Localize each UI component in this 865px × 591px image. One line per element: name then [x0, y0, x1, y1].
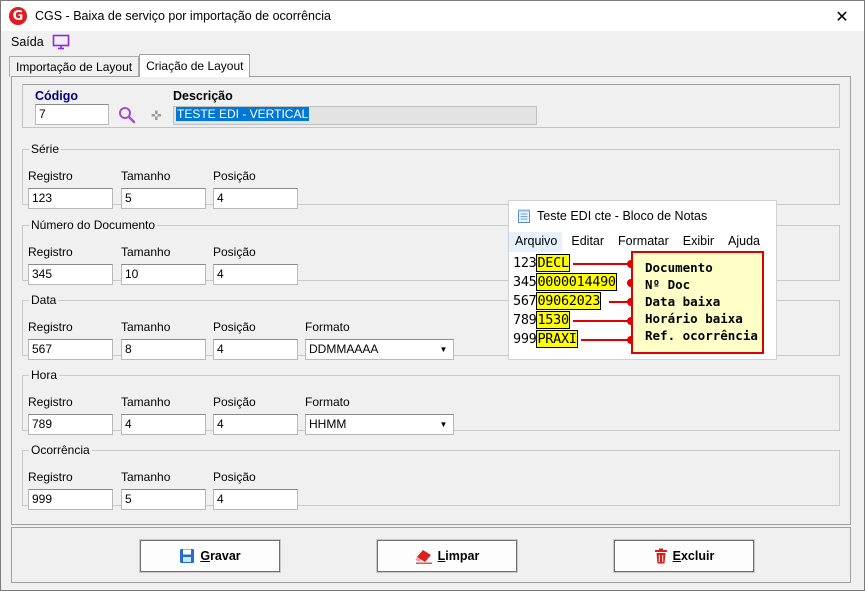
- ocorrencia-tamanho-input[interactable]: 5: [121, 489, 206, 510]
- data-formato-value: DDMMAAAA: [309, 342, 379, 356]
- ocorrencia-registro-input[interactable]: 999: [28, 489, 113, 510]
- tab-strip: Importação de Layout Criação de Layout: [9, 54, 251, 77]
- group-ocorrencia: Ocorrência Registro Tamanho Posição 999 …: [22, 443, 840, 510]
- limpar-button[interactable]: Limpar: [376, 539, 518, 573]
- numdoc-tamanho-input[interactable]: 10: [121, 264, 206, 285]
- monitor-icon[interactable]: [52, 34, 70, 50]
- data-tamanho-input[interactable]: 8: [121, 339, 206, 360]
- hora-registro-label: Registro: [28, 395, 73, 409]
- legend-item-horario-baixa: Horário baixa: [645, 311, 743, 326]
- descricao-value: TESTE EDI - VERTICAL: [176, 107, 310, 121]
- annotation-legend: Documento Nº Doc Data baixa Horário baix…: [631, 251, 764, 354]
- codigo-input[interactable]: 7: [35, 104, 109, 125]
- group-serie-title: Série: [31, 142, 60, 156]
- gravar-button[interactable]: Gravar: [139, 539, 281, 573]
- descricao-label: Descrição: [173, 89, 233, 103]
- group-data-title: Data: [31, 293, 57, 307]
- tab-importacao-layout[interactable]: Importação de Layout: [9, 56, 140, 77]
- add-icon[interactable]: ✜: [151, 108, 162, 124]
- serie-posicao-label: Posição: [213, 169, 256, 183]
- data-posicao-label: Posição: [213, 320, 256, 334]
- trash-icon: [654, 548, 667, 564]
- limpar-label: Limpar: [437, 549, 480, 563]
- main-window: G CGS - Baixa de serviço por importação …: [0, 0, 865, 591]
- numdoc-posicao-label: Posição: [213, 245, 256, 259]
- serie-registro-input[interactable]: 123: [28, 188, 113, 209]
- search-icon[interactable]: [118, 106, 136, 124]
- serie-registro-label: Registro: [28, 169, 73, 183]
- data-tamanho-label: Tamanho: [121, 320, 171, 334]
- hora-formato-label: Formato: [305, 395, 350, 409]
- numdoc-posicao-input[interactable]: 4: [213, 264, 298, 285]
- legend-item-num-doc: Nº Doc: [645, 277, 691, 292]
- numdoc-registro-input[interactable]: 345: [28, 264, 113, 285]
- action-bar: Gravar Limpar Excluir: [11, 527, 851, 583]
- ocorrencia-posicao-label: Posição: [213, 470, 256, 484]
- serie-tamanho-label: Tamanho: [121, 169, 171, 183]
- group-serie: Série Registro Tamanho Posição 123 5 4: [22, 142, 840, 209]
- save-icon: [180, 549, 195, 563]
- menu-saida[interactable]: Saída: [11, 35, 44, 49]
- data-formato-select[interactable]: DDMMAAAA ▼: [305, 339, 454, 360]
- chevron-down-icon[interactable]: ▼: [436, 417, 451, 432]
- ocorrencia-registro-label: Registro: [28, 470, 73, 484]
- group-numero-documento-title: Número do Documento: [31, 218, 156, 232]
- hora-formato-select[interactable]: HHMM ▼: [305, 414, 454, 435]
- group-ocorrencia-title: Ocorrência: [31, 443, 90, 457]
- tab-criacao-layout[interactable]: Criação de Layout: [139, 54, 251, 77]
- data-formato-label: Formato: [305, 320, 350, 334]
- ocorrencia-tamanho-label: Tamanho: [121, 470, 171, 484]
- window-title: CGS - Baixa de serviço por importação de…: [35, 9, 331, 23]
- legend-item-ref-ocorrencia: Ref. ocorrência: [645, 328, 758, 343]
- title-bar: G CGS - Baixa de serviço por importação …: [1, 1, 864, 31]
- hora-formato-value: HHMM: [309, 417, 347, 431]
- hora-posicao-input[interactable]: 4: [213, 414, 298, 435]
- gravar-label: Gravar: [200, 549, 241, 563]
- excluir-button[interactable]: Excluir: [613, 539, 755, 573]
- legend-item-documento: Documento: [645, 260, 713, 275]
- hora-posicao-label: Posição: [213, 395, 256, 409]
- legend-item-data-baixa: Data baixa: [645, 294, 721, 309]
- close-button[interactable]: ✕: [820, 1, 864, 31]
- serie-tamanho-input[interactable]: 5: [121, 188, 206, 209]
- group-hora: Hora Registro Tamanho Posição Formato 78…: [22, 368, 840, 435]
- numdoc-registro-label: Registro: [28, 245, 73, 259]
- hora-registro-input[interactable]: 789: [28, 414, 113, 435]
- group-hora-title: Hora: [31, 368, 58, 382]
- ocorrencia-posicao-input[interactable]: 4: [213, 489, 298, 510]
- chevron-down-icon[interactable]: ▼: [436, 342, 451, 357]
- serie-posicao-input[interactable]: 4: [213, 188, 298, 209]
- app-logo-icon: G: [9, 7, 27, 25]
- hora-tamanho-label: Tamanho: [121, 395, 171, 409]
- data-registro-label: Registro: [28, 320, 73, 334]
- numdoc-tamanho-label: Tamanho: [121, 245, 171, 259]
- descricao-input[interactable]: TESTE EDI - VERTICAL: [173, 106, 537, 125]
- hora-tamanho-input[interactable]: 4: [121, 414, 206, 435]
- notepad-overlay: Teste EDI cte - Bloco de Notas Arquivo E…: [508, 200, 777, 360]
- eraser-icon: [415, 550, 432, 564]
- codigo-label: Código: [35, 89, 79, 103]
- header-group: Código 7 ✜ Descrição TESTE EDI - VERTICA…: [22, 84, 840, 128]
- data-registro-input[interactable]: 567: [28, 339, 113, 360]
- menu-bar: Saída: [1, 31, 864, 53]
- data-posicao-input[interactable]: 4: [213, 339, 298, 360]
- excluir-label: Excluir: [672, 549, 715, 563]
